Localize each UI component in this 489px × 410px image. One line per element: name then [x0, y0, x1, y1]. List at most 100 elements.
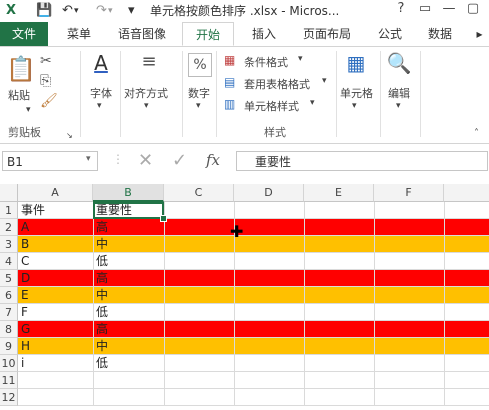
editing-dropdown-icon[interactable]: ▾: [396, 101, 401, 111]
cancel-icon[interactable]: ✕: [138, 150, 153, 171]
collapse-ribbon-icon[interactable]: ˄: [474, 128, 479, 139]
tab-more[interactable]: ▸: [470, 22, 489, 46]
format-as-table-button[interactable]: 套用表格格式: [244, 76, 310, 92]
cell-a[interactable]: G: [18, 321, 93, 338]
cell-a[interactable]: A: [18, 219, 93, 236]
tab-menu[interactable]: 菜单: [58, 22, 100, 46]
row-header[interactable]: 8: [0, 321, 18, 338]
cell-b[interactable]: 中: [93, 338, 164, 355]
cell-styles-button[interactable]: 单元格样式: [244, 98, 299, 114]
column-header-e[interactable]: E: [304, 184, 374, 202]
cell-a[interactable]: [18, 372, 93, 389]
tab-insert[interactable]: 插入: [244, 22, 284, 46]
redo-icon[interactable]: ↷: [96, 3, 107, 19]
column-header-g[interactable]: [444, 184, 489, 202]
paste-button[interactable]: 粘贴: [8, 87, 30, 103]
tab-page-layout[interactable]: 页面布局: [294, 22, 360, 46]
font-button[interactable]: 字体: [90, 85, 112, 101]
cell-a[interactable]: E: [18, 287, 93, 304]
conditional-format-button[interactable]: 条件格式: [244, 54, 288, 70]
font-icon[interactable]: A: [88, 51, 114, 75]
name-box-dropdown-icon[interactable]: ▾: [86, 154, 91, 164]
editing-button[interactable]: 编辑: [388, 85, 410, 101]
select-all-button[interactable]: [0, 184, 18, 202]
cells-button[interactable]: 单元格: [340, 85, 373, 101]
cell-b[interactable]: 中: [93, 287, 164, 304]
alignment-dropdown-icon[interactable]: ▾: [144, 101, 149, 111]
cell-b[interactable]: [93, 389, 164, 406]
column-header-a[interactable]: A: [18, 184, 93, 202]
cell-b[interactable]: 低: [93, 253, 164, 270]
cell-a[interactable]: [18, 389, 93, 406]
column-header-c[interactable]: C: [164, 184, 234, 202]
column-header-b[interactable]: B: [93, 184, 164, 202]
undo-dropdown-icon[interactable]: ▾: [74, 3, 79, 19]
cell-a[interactable]: B: [18, 236, 93, 253]
insert-function-icon[interactable]: fx: [206, 151, 220, 169]
cell-b[interactable]: 高: [93, 219, 164, 236]
tab-data[interactable]: 数据: [420, 22, 460, 46]
cell-b[interactable]: 低: [93, 355, 164, 372]
enter-icon[interactable]: ✓: [172, 150, 187, 171]
ribbon-display-icon[interactable]: ▭: [413, 1, 437, 16]
cell-a[interactable]: F: [18, 304, 93, 321]
formula-input[interactable]: 重要性: [236, 151, 488, 171]
number-dropdown-icon[interactable]: ▾: [196, 101, 201, 111]
row-header[interactable]: 11: [0, 372, 18, 389]
column-header-f[interactable]: F: [374, 184, 444, 202]
row-header[interactable]: 12: [0, 389, 18, 406]
font-dropdown-icon[interactable]: ▾: [97, 101, 102, 111]
name-box[interactable]: B1: [2, 151, 98, 171]
resize-handle-icon[interactable]: ⋮: [112, 152, 124, 166]
selected-cell-b1[interactable]: [93, 202, 164, 219]
save-icon[interactable]: 💾: [36, 3, 52, 19]
tab-voice-image[interactable]: 语音图像: [110, 22, 174, 46]
align-icon[interactable]: ≡: [136, 51, 162, 72]
cell-b[interactable]: 高: [93, 321, 164, 338]
percent-icon[interactable]: %: [188, 53, 212, 77]
row-header[interactable]: 5: [0, 270, 18, 287]
cell-a[interactable]: C: [18, 253, 93, 270]
row-header[interactable]: 1: [0, 202, 18, 219]
format-painter-icon[interactable]: 🖌: [40, 93, 58, 109]
tab-file[interactable]: 文件: [0, 22, 48, 46]
row-header[interactable]: 6: [0, 287, 18, 304]
paste-dropdown-icon[interactable]: ▾: [26, 105, 31, 115]
clipboard-launcher-icon[interactable]: ↘: [66, 131, 73, 140]
tab-home[interactable]: 开始: [182, 22, 234, 46]
cell-a[interactable]: H: [18, 338, 93, 355]
format-as-table-dropdown-icon[interactable]: ▾: [322, 76, 327, 86]
minimize-icon[interactable]: —: [437, 1, 461, 16]
cell-b[interactable]: 高: [93, 270, 164, 287]
maximize-icon[interactable]: ▢: [461, 1, 485, 16]
undo-icon[interactable]: ↶: [62, 3, 73, 19]
row-header[interactable]: 2: [0, 219, 18, 236]
row-header[interactable]: 4: [0, 253, 18, 270]
copy-icon[interactable]: ⎘: [40, 73, 51, 89]
cells-icon[interactable]: ▦: [344, 51, 368, 75]
cell-b[interactable]: 低: [93, 304, 164, 321]
row-header[interactable]: 3: [0, 236, 18, 253]
redo-dropdown-icon[interactable]: ▾: [108, 3, 113, 19]
cell-b[interactable]: [93, 372, 164, 389]
cell-styles-dropdown-icon[interactable]: ▾: [310, 98, 315, 108]
cell-b[interactable]: 中: [93, 236, 164, 253]
paste-icon[interactable]: 📋: [6, 55, 36, 83]
number-button[interactable]: 数字: [188, 85, 210, 101]
binoculars-icon[interactable]: 🔍: [386, 51, 412, 75]
cell-a[interactable]: i: [18, 355, 93, 372]
alignment-button[interactable]: 对齐方式: [124, 85, 168, 101]
cells-dropdown-icon[interactable]: ▾: [352, 101, 357, 111]
help-icon[interactable]: ?: [389, 1, 413, 16]
row-header[interactable]: 9: [0, 338, 18, 355]
row-header[interactable]: 7: [0, 304, 18, 321]
tab-formulas[interactable]: 公式: [370, 22, 410, 46]
fill-handle[interactable]: [160, 215, 167, 222]
conditional-format-dropdown-icon[interactable]: ▾: [298, 54, 303, 64]
column-header-d[interactable]: D: [234, 184, 304, 202]
cell-a[interactable]: 事件: [18, 202, 93, 219]
row-header[interactable]: 10: [0, 355, 18, 372]
quick-access-menu-icon[interactable]: ▾: [128, 3, 135, 19]
cut-icon[interactable]: ✂: [40, 53, 52, 69]
cell-a[interactable]: D: [18, 270, 93, 287]
